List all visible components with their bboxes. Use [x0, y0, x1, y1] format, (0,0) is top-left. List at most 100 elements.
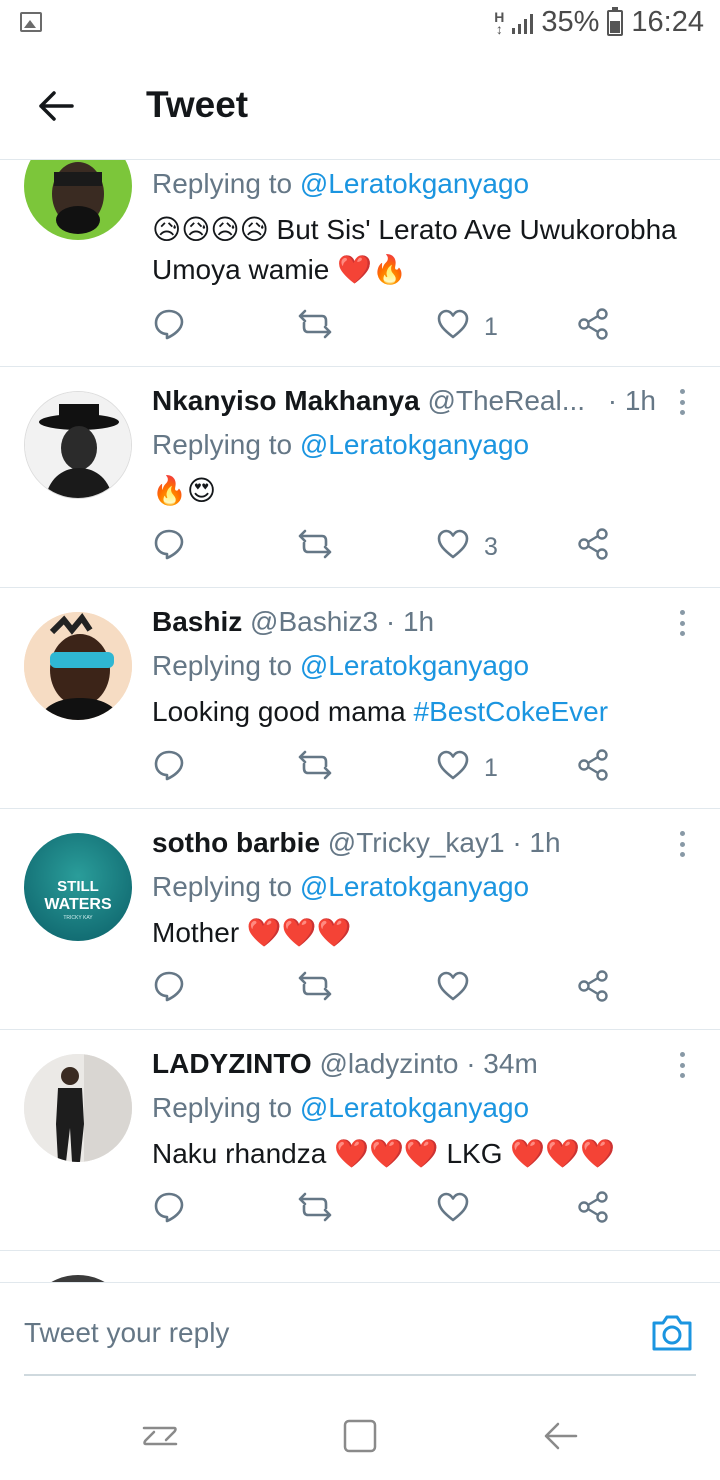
share-button[interactable]: [576, 748, 610, 788]
share-button[interactable]: [576, 527, 610, 567]
retweet-button[interactable]: [296, 527, 334, 567]
handle[interactable]: @TheReal...: [427, 385, 585, 416]
share-icon: [576, 307, 610, 348]
reply-icon: [152, 527, 186, 568]
replying-label: Replying to: [152, 429, 300, 460]
mention-link[interactable]: @Leratokganyago: [300, 168, 529, 199]
avatar[interactable]: [24, 1054, 132, 1162]
share-icon: [576, 527, 610, 568]
replying-to: Replying to @Leratokganyago: [152, 650, 529, 682]
tweet[interactable]: Nkanyiso Makhanya @TheReal... · 1h Reply…: [0, 367, 720, 588]
tweet-header: sotho barbie @Tricky_kay1 · 1h: [152, 827, 561, 859]
tweet-text: Mother ❤️❤️❤️: [152, 917, 352, 948]
timestamp: · 1h: [607, 385, 656, 416]
like-count: 1: [484, 312, 498, 341]
like-button[interactable]: [436, 969, 484, 1009]
heart-icon: [436, 1191, 470, 1230]
more-options-icon[interactable]: [678, 831, 686, 857]
display-name[interactable]: Nkanyiso Makhanya: [152, 385, 420, 416]
handle[interactable]: @Tricky_kay1: [328, 827, 505, 858]
avatar[interactable]: [24, 612, 132, 720]
share-button[interactable]: [576, 1190, 610, 1230]
replying-to: Replying to @Leratokganyago: [152, 1092, 529, 1124]
reply-button[interactable]: [152, 527, 186, 567]
tweet-actions: 1: [152, 748, 632, 788]
retweet-icon: [296, 748, 334, 789]
more-options-icon[interactable]: [678, 610, 686, 636]
tweet[interactable]: LADYZINTO @ladyzinto · 34m Replying to @…: [0, 1030, 720, 1251]
tweet[interactable]: Replying to @Leratokganyago 😥😥😥😥 But Sis…: [0, 160, 720, 367]
handle[interactable]: @Bashiz3: [250, 606, 378, 637]
more-options-icon[interactable]: [678, 1052, 686, 1078]
tweet[interactable]: STILL WATERS TRICKY KAY sotho barbie @Tr…: [0, 809, 720, 1030]
like-count: 3: [484, 532, 498, 561]
battery-icon: [607, 6, 624, 36]
mention-link[interactable]: @Leratokganyago: [300, 871, 529, 902]
reply-icon: [152, 307, 186, 348]
tweet[interactable]: [0, 1251, 720, 1282]
display-name[interactable]: sotho barbie: [152, 827, 320, 858]
gallery-notification-icon: [20, 12, 42, 32]
replies-feed[interactable]: Replying to @Leratokganyago 😥😥😥😥 But Sis…: [0, 160, 720, 1282]
mention-link[interactable]: @Leratokganyago: [300, 429, 529, 460]
like-button[interactable]: 3: [436, 527, 498, 567]
replying-to: Replying to @Leratokganyago: [152, 429, 529, 461]
status-bar: H ↕ 35% 16:24: [0, 0, 720, 50]
tweet-actions: [152, 969, 632, 1009]
retweet-icon: [296, 307, 334, 348]
mention-link[interactable]: @Leratokganyago: [300, 650, 529, 681]
tweet-header: LADYZINTO @ladyzinto · 34m: [152, 1048, 538, 1080]
like-button[interactable]: 1: [436, 748, 498, 788]
signal-icon: [512, 12, 534, 34]
like-button[interactable]: 1: [436, 307, 498, 347]
timestamp: · 1h: [512, 827, 561, 858]
reply-button[interactable]: [152, 1190, 186, 1230]
retweet-button[interactable]: [296, 307, 334, 347]
recent-apps-icon[interactable]: [140, 1416, 180, 1456]
share-icon: [576, 1190, 610, 1231]
avatar[interactable]: STILL WATERS TRICKY KAY: [24, 833, 132, 941]
handle[interactable]: @ladyzinto: [319, 1048, 458, 1079]
retweet-button[interactable]: [296, 1190, 334, 1230]
tweet-text: 😥😥😥😥 But Sis' Lerato Ave Uwukorobha Umoy…: [152, 214, 677, 285]
home-icon[interactable]: [340, 1416, 380, 1456]
more-options-icon[interactable]: [678, 389, 686, 415]
tweet-text-body: Looking good mama: [152, 696, 414, 727]
share-button[interactable]: [576, 307, 610, 347]
tweet-text: 🔥😍: [152, 475, 217, 506]
back-nav-icon[interactable]: [540, 1416, 580, 1456]
retweet-button[interactable]: [296, 969, 334, 1009]
heart-icon: [436, 308, 470, 347]
replying-label: Replying to: [152, 168, 300, 199]
reply-button[interactable]: [152, 969, 186, 1009]
tweet[interactable]: Bashiz @Bashiz3 · 1h Replying to @Lerato…: [0, 588, 720, 809]
tweet-actions: 1: [152, 307, 632, 347]
like-button[interactable]: [436, 1190, 484, 1230]
tweet-actions: 3: [152, 527, 632, 567]
reply-button[interactable]: [152, 307, 186, 347]
heart-icon: [436, 749, 470, 788]
share-icon: [576, 969, 610, 1010]
avatar[interactable]: [24, 1275, 132, 1282]
avatar[interactable]: [24, 160, 132, 240]
reply-button[interactable]: [152, 748, 186, 788]
timestamp: · 34m: [466, 1048, 538, 1079]
display-name[interactable]: LADYZINTO: [152, 1048, 312, 1079]
tweet-header: Bashiz @Bashiz3 · 1h: [152, 606, 434, 638]
hashtag-link[interactable]: #BestCokeEver: [414, 696, 609, 727]
reply-icon: [152, 748, 186, 789]
reply-icon: [152, 969, 186, 1010]
share-button[interactable]: [576, 969, 610, 1009]
reply-input[interactable]: Tweet your reply: [24, 1317, 624, 1357]
heart-icon: [436, 970, 470, 1009]
display-name[interactable]: Bashiz: [152, 606, 242, 637]
replying-to: Replying to @Leratokganyago: [152, 871, 529, 903]
back-arrow-icon[interactable]: [30, 80, 82, 132]
mention-link[interactable]: @Leratokganyago: [300, 1092, 529, 1123]
app-header: Tweet: [0, 50, 720, 160]
avatar-text-still: STILL: [57, 878, 99, 895]
input-underline: [24, 1374, 696, 1376]
camera-icon[interactable]: [650, 1313, 694, 1353]
avatar[interactable]: [24, 391, 132, 499]
retweet-button[interactable]: [296, 748, 334, 788]
